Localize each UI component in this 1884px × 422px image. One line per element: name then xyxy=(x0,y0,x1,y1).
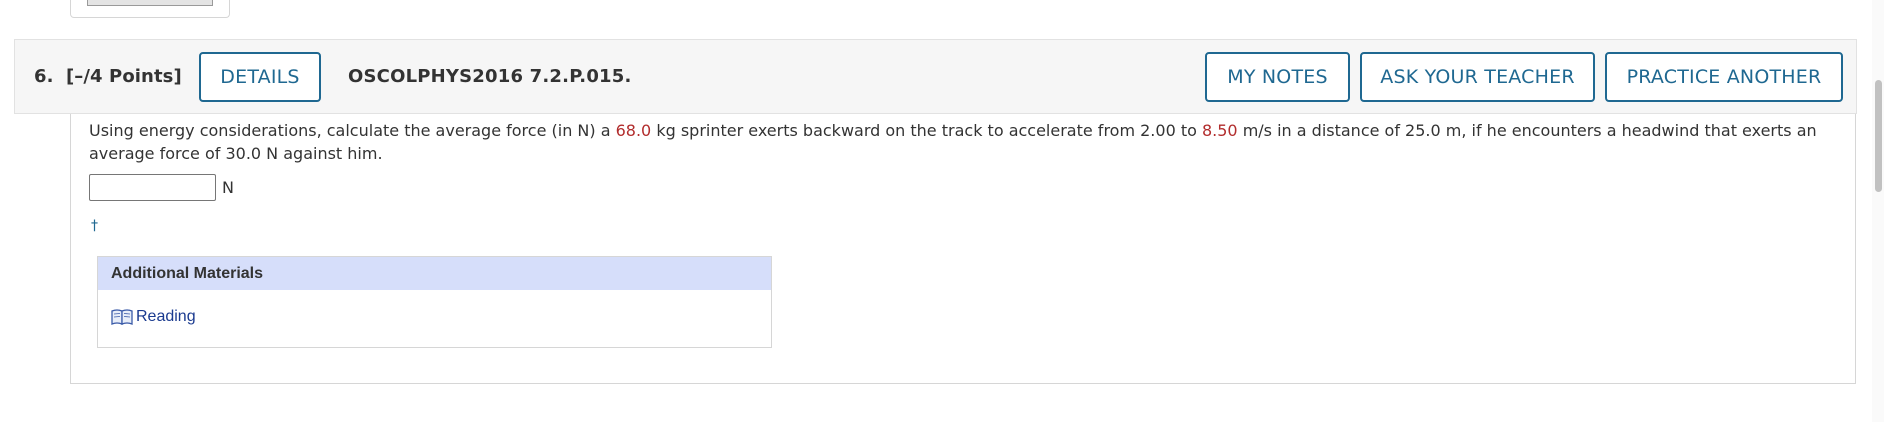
answer-unit: N xyxy=(222,178,234,197)
question-number: 6. [–/4 Points] xyxy=(34,66,182,87)
reading-link[interactable]: Reading xyxy=(111,308,196,326)
final-speed-value: 8.50 xyxy=(1201,121,1238,140)
question-text: Using energy considerations, calculate t… xyxy=(89,119,1839,165)
additional-materials-panel: Additional Materials Reading xyxy=(97,256,772,348)
question-number-label: 6. xyxy=(34,66,54,87)
practice-another-button[interactable]: PRACTICE ANOTHER xyxy=(1605,52,1843,102)
reading-link-label: Reading xyxy=(136,308,196,325)
page-scrollbar[interactable] xyxy=(1872,0,1884,422)
footnote-marker[interactable]: † xyxy=(91,218,98,234)
question-header: 6. [–/4 Points] DETAILS OSCOLPHYS2016 7.… xyxy=(14,39,1857,114)
answer-input[interactable] xyxy=(89,174,216,201)
question-code: OSCOLPHYS2016 7.2.P.015. xyxy=(348,66,632,87)
mass-value: 68.0 xyxy=(615,121,652,140)
question-text-part: Using energy considerations, calculate t… xyxy=(89,121,616,140)
book-icon xyxy=(111,308,133,326)
details-button[interactable]: DETAILS xyxy=(199,52,321,102)
question-text-part: kg sprinter exerts backward on the track… xyxy=(651,121,1202,140)
ask-your-teacher-button[interactable]: ASK YOUR TEACHER xyxy=(1360,52,1595,102)
previous-question-remnant xyxy=(70,0,230,18)
scrollbar-thumb[interactable] xyxy=(1875,80,1882,192)
my-notes-button[interactable]: MY NOTES xyxy=(1205,52,1350,102)
previous-question-field xyxy=(87,0,213,6)
question-points: [–/4 Points] xyxy=(65,66,182,87)
additional-materials-header: Additional Materials xyxy=(98,257,771,290)
answer-row: N xyxy=(89,174,234,201)
